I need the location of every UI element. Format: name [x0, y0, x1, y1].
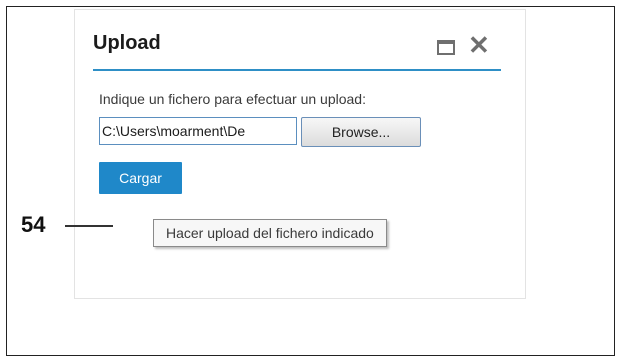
maximize-icon[interactable]	[437, 40, 455, 55]
reference-leader-line	[65, 225, 113, 227]
close-icon[interactable]: ✕	[468, 32, 490, 58]
reference-number-label: 54	[21, 212, 46, 237]
title-divider	[93, 69, 501, 71]
cargar-button[interactable]: Cargar	[99, 162, 182, 194]
upload-dialog: Upload ✕ Indique un fichero para efectua…	[74, 9, 526, 299]
browse-button[interactable]: Browse...	[301, 117, 421, 147]
cargar-tooltip: Hacer upload del fichero indicado	[153, 219, 387, 247]
upload-instruction: Indique un fichero para efectuar un uplo…	[99, 91, 366, 107]
figure-frame: Upload ✕ Indique un fichero para efectua…	[6, 6, 615, 356]
file-path-input[interactable]: C:\Users\moarment\De	[99, 117, 297, 145]
dialog-title: Upload	[93, 32, 161, 54]
